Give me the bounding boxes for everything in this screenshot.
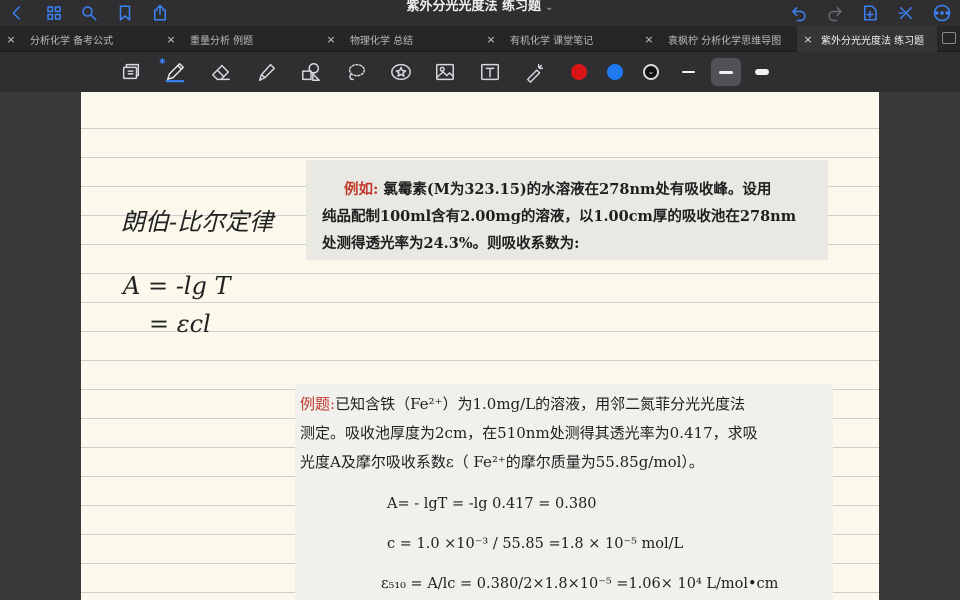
- eraser-icon[interactable]: [208, 60, 234, 84]
- document-title: 紫外分光光度法 练习题 ⌄: [0, 0, 960, 22]
- example2-line3: 光度A及摩尔吸收系数ε（ Fe²⁺的摩尔质量为55.85g/mol）。: [300, 453, 704, 471]
- example2-line1: 例题:已知含铁（Fe²⁺）为1.0mg/L的溶液，用邻二氮菲分光光度法: [300, 395, 746, 413]
- tab-mindmap[interactable]: × 袁枫柠 分析化学思维导图: [642, 26, 796, 52]
- laser-pointer-icon[interactable]: [522, 60, 548, 84]
- color-swatch-red[interactable]: [571, 64, 587, 80]
- more-colors-chevron-icon: ⌄: [647, 67, 655, 76]
- example-image-1[interactable]: 例如: 氯霉素(M为323.15)的水溶液在278nm处有吸收峰。设用 纯品配制…: [306, 160, 828, 260]
- search-icon[interactable]: [76, 0, 102, 26]
- example1-line1: 例如: 氯霉素(M为323.15)的水溶液在278nm处有吸收峰。设用: [344, 181, 772, 198]
- tab-label: 分析化学 备考公式: [30, 35, 114, 47]
- color-swatch-black[interactable]: ⌄: [643, 64, 659, 80]
- bookmark-icon[interactable]: [112, 0, 138, 26]
- share-icon[interactable]: [147, 0, 173, 26]
- tab-close-icon[interactable]: ×: [164, 33, 178, 46]
- tab-gravimetric-examples[interactable]: × 重量分析 例题: [164, 26, 322, 52]
- sticker-icon[interactable]: [388, 60, 414, 84]
- tab-organic-notes[interactable]: × 有机化学 课堂笔记: [484, 26, 640, 52]
- example1-line3: 处测得透光率为24.3%。则吸收系数为:: [322, 235, 580, 252]
- handwritten-formula-1: A = -lg T: [123, 272, 231, 300]
- tab-label: 袁枫柠 分析化学思维导图: [668, 35, 782, 47]
- example2-label: 例题:: [300, 395, 336, 413]
- example1-line2: 纯品配制100ml含有2.00mg的溶液，以1.00cm厚的吸收池在278nm: [322, 208, 797, 225]
- text-icon[interactable]: [477, 60, 503, 84]
- title-dropdown-chevron-icon[interactable]: ⌄: [545, 2, 553, 13]
- example-image-2[interactable]: 例题:已知含铁（Fe²⁺）为1.0mg/L的溶液，用邻二氮菲分光光度法 测定。吸…: [295, 384, 833, 600]
- tab-physical-chemistry[interactable]: × 物理化学 总结: [324, 26, 482, 52]
- stroke-width-thick[interactable]: [747, 58, 777, 86]
- drawing-toolbar: ✱ ⌄: [0, 52, 960, 92]
- tab-close-icon[interactable]: ×: [324, 33, 338, 46]
- highlighter-icon[interactable]: [253, 60, 279, 84]
- right-margin: [879, 92, 960, 600]
- tab-close-icon[interactable]: ×: [4, 33, 18, 46]
- lasso-icon[interactable]: [343, 60, 369, 84]
- undo-icon[interactable]: [786, 0, 812, 26]
- pen-icon[interactable]: [162, 60, 188, 84]
- equation-molar-absorptivity: ε₅₁₀ = A/lc = 0.380/2×1.8×10⁻⁵ =1.06× 10…: [381, 576, 779, 592]
- handwritten-formula-2: = εcl: [149, 310, 211, 338]
- tab-uv-exercises[interactable]: × 紫外分光光度法 练习题: [797, 26, 937, 52]
- equation-absorbance: A= - lgT = -lg 0.417 = 0.380: [387, 496, 597, 512]
- left-margin: [0, 92, 81, 600]
- add-page-icon[interactable]: [857, 0, 883, 26]
- document-title-text[interactable]: 紫外分光光度法 练习题: [407, 0, 542, 14]
- tab-close-icon[interactable]: ×: [642, 33, 656, 46]
- example2-line2: 测定。吸收池厚度为2cm，在510nm处测得其透光率为0.417，求吸: [300, 424, 758, 442]
- tab-label: 有机化学 课堂笔记: [510, 35, 594, 47]
- sidebar-toggle-icon[interactable]: [118, 60, 144, 84]
- tab-close-icon[interactable]: ×: [801, 33, 815, 46]
- color-swatch-blue[interactable]: [607, 64, 623, 80]
- stroke-width-medium[interactable]: [711, 58, 741, 86]
- tab-overview-icon[interactable]: [942, 32, 956, 44]
- redo-icon[interactable]: [822, 0, 848, 26]
- shapes-icon[interactable]: [298, 60, 324, 84]
- tab-label: 物理化学 总结: [350, 35, 414, 47]
- grid-icon[interactable]: [41, 0, 67, 26]
- equation-concentration: c = 1.0 ×10⁻³ / 55.85 =1.8 × 10⁻⁵ mol/L: [387, 536, 684, 552]
- title-bar: 紫外分光光度法 练习题 ⌄: [0, 0, 960, 26]
- tab-label: 紫外分光光度法 练习题: [821, 35, 925, 47]
- close-icon[interactable]: [893, 0, 919, 26]
- handwritten-title: 朗伯-比尔定律: [121, 208, 274, 236]
- stroke-width-thin[interactable]: [673, 58, 703, 86]
- tab-close-icon[interactable]: ×: [484, 33, 498, 46]
- tab-label: 重量分析 例题: [190, 35, 254, 47]
- tab-analytical-formulas[interactable]: × 分析化学 备考公式: [4, 26, 162, 52]
- tab-bar: × 分析化学 备考公式 × 重量分析 例题 × 物理化学 总结 × 有机化学 课…: [0, 26, 960, 52]
- note-page[interactable]: 朗伯-比尔定律 A = -lg T = εcl 例如: 氯霉素(M为323.15…: [81, 92, 879, 600]
- image-icon[interactable]: [432, 60, 458, 84]
- example1-label: 例如:: [344, 181, 379, 198]
- back-chevron-icon[interactable]: [4, 0, 30, 26]
- more-icon[interactable]: [929, 0, 955, 26]
